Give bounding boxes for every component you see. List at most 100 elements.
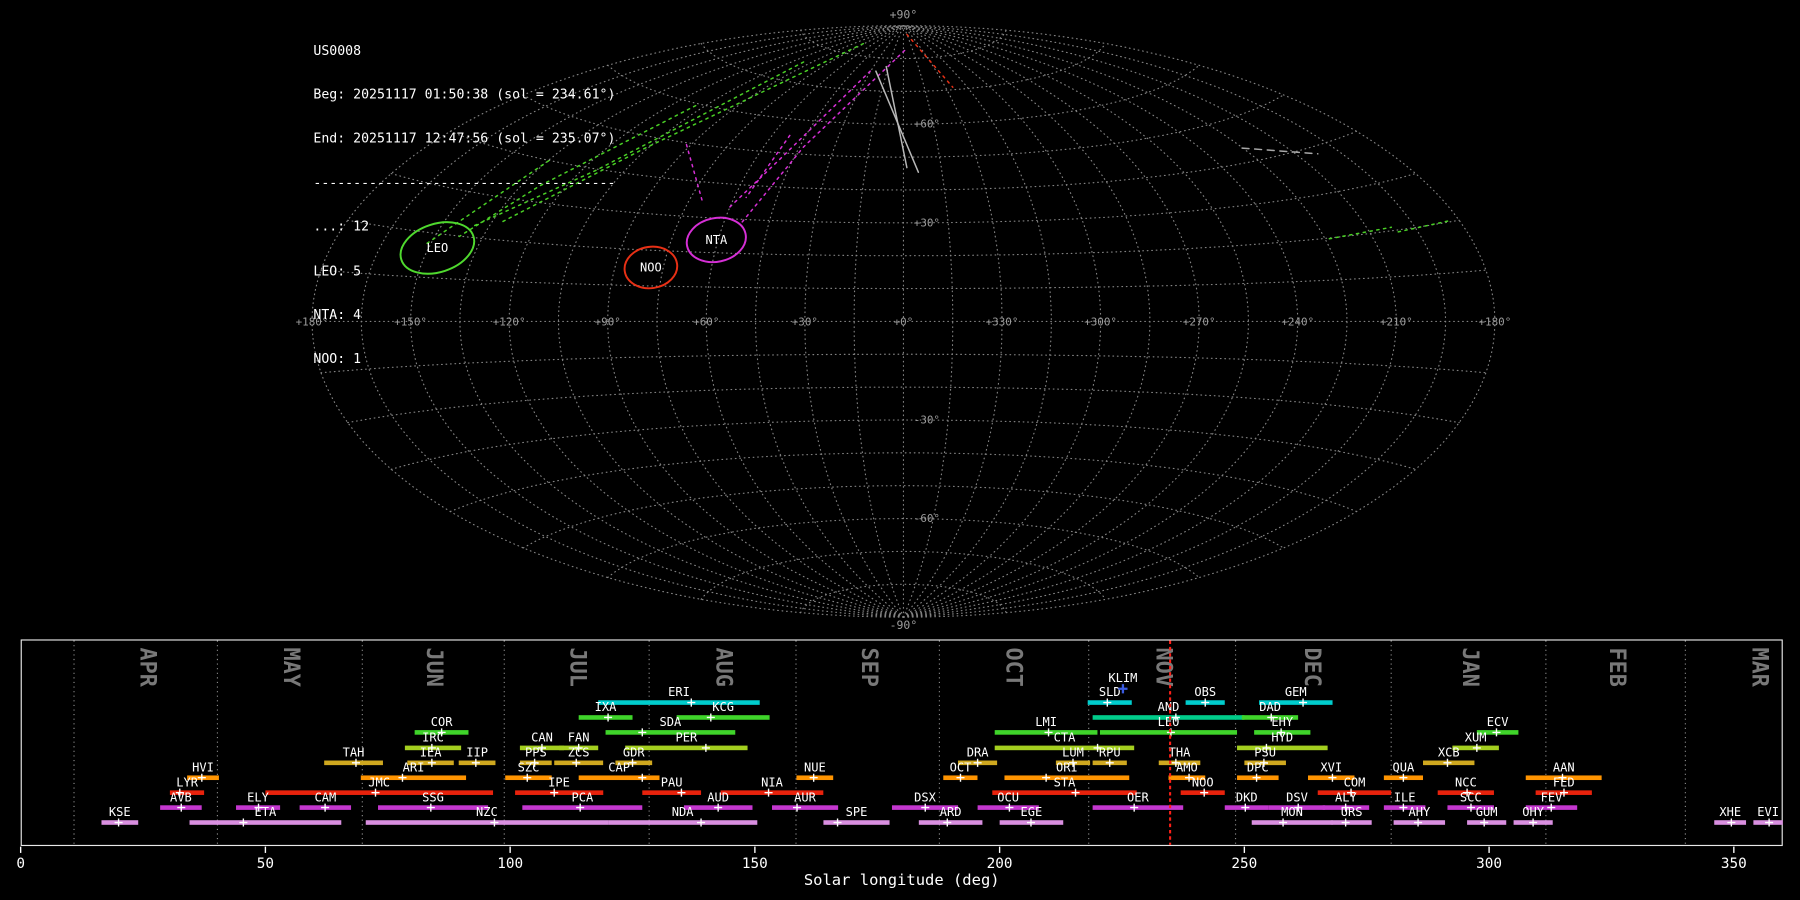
shower-label-TAH: TAH (343, 746, 365, 760)
shower-label-DPC: DPC (1247, 760, 1269, 774)
peak-marker-SSG (427, 804, 435, 812)
peak-marker-NZC (490, 818, 498, 826)
lat-label: -30° (914, 413, 940, 426)
peak-marker-NUE (810, 774, 818, 782)
shower-label-KCG: KCG (712, 700, 734, 714)
lon-label: +30° (792, 315, 818, 328)
peak-marker-TAH (352, 759, 360, 767)
shower-label-PCA: PCA (571, 790, 594, 804)
shower-label-DSV: DSV (1286, 790, 1308, 804)
peak-marker-ORI (1042, 774, 1050, 782)
count-nta: NTA: 4 (313, 308, 615, 323)
shower-label-SSG: SSG (422, 790, 444, 804)
peak-marker-ARI (398, 774, 406, 782)
shower-label-ILE: ILE (1394, 790, 1416, 804)
sky-grid-parallel (391, 420, 1415, 469)
shower-label-GDR: GDR (623, 746, 646, 760)
shower-label-OCU: OCU (997, 790, 1019, 804)
shower-label-SPE: SPE (846, 805, 868, 819)
peak-marker-HVI (198, 774, 206, 782)
peak-marker-AVB (177, 804, 185, 812)
x-tick-label: 200 (987, 856, 1013, 872)
meteor-track (886, 67, 907, 168)
peak-marker-EVI (1765, 818, 1773, 826)
month-label-FEB: FEB (1604, 647, 1629, 686)
meteor-track (1398, 220, 1451, 231)
meteor-track (686, 145, 702, 202)
peak-marker-LMI (1045, 728, 1053, 736)
peak-marker-DRA (974, 759, 982, 767)
meteor-radiant-report: +90°-90°+180°+150°+120°+90°+60°+30°+0°+3… (0, 0, 1800, 900)
shower-label-DSX: DSX (914, 790, 937, 804)
peak-marker-PER (702, 744, 710, 752)
peak-marker-SLD (1103, 699, 1111, 707)
shower-label-EGE: EGE (1021, 805, 1043, 819)
shower-bar-CAP (579, 775, 660, 780)
shower-label-IXA: IXA (595, 700, 618, 714)
shower-label-AHY: AHY (1408, 805, 1431, 819)
shower-label-XCB: XCB (1438, 746, 1460, 760)
shower-label-ERI: ERI (668, 685, 690, 699)
shower-label-HVI: HVI (192, 760, 214, 774)
peak-marker-XVI (1328, 774, 1336, 782)
peak-marker-KSE (115, 818, 123, 826)
shower-label-FAN: FAN (568, 731, 590, 745)
end-time: End: 20251117 12:47:56 (sol = 235.07°) (313, 131, 615, 146)
shower-label-ARD: ARD (940, 805, 962, 819)
observation-header: US0008 Beg: 20251117 01:50:38 (sol = 234… (313, 14, 615, 396)
shower-label-IEA: IEA (420, 746, 443, 760)
x-tick-label: 250 (1231, 856, 1257, 872)
shower-label-ZCS: ZCS (568, 746, 590, 760)
peak-marker-GEM (1299, 699, 1307, 707)
lon-label: +210° (1380, 315, 1413, 328)
shower-label-XVI: XVI (1320, 760, 1342, 774)
peak-marker-PCA (576, 804, 584, 812)
peak-marker-STA (1072, 789, 1080, 797)
peak-marker-ILE (1399, 804, 1407, 812)
shower-label-AUD: AUD (707, 790, 729, 804)
shower-label-PER: PER (675, 731, 698, 745)
shower-label-IRC: IRC (422, 731, 444, 745)
peak-marker-OCU (1005, 804, 1013, 812)
shower-label-THA: THA (1169, 746, 1192, 760)
meteor-track (907, 34, 953, 87)
shower-label-SZC: SZC (518, 760, 540, 774)
peak-marker-AUD (714, 804, 722, 812)
peak-marker-SDA (638, 728, 646, 736)
lon-label: +300° (1084, 315, 1117, 328)
shower-label-LUM: LUM (1062, 746, 1084, 760)
shower-label-HYD: HYD (1271, 731, 1293, 745)
x-tick-label: 0 (16, 856, 25, 872)
shower-label-NUE: NUE (804, 760, 826, 774)
shower-label-OCT: OCT (950, 760, 972, 774)
shower-label-LEO: LEO (1158, 715, 1180, 729)
peak-marker-PAU (677, 789, 685, 797)
peak-marker-ERI (687, 699, 695, 707)
shower-label-XUM: XUM (1465, 731, 1487, 745)
shower-label-AUR: AUR (794, 790, 817, 804)
separator: -------------------------------------- (313, 175, 615, 190)
pole-label-south: -90° (890, 618, 918, 632)
x-tick-label: 100 (497, 856, 523, 872)
month-label-AUG: AUG (710, 647, 735, 686)
shower-label-JMC: JMC (368, 775, 390, 789)
shower-label-OER: OER (1127, 790, 1150, 804)
shower-label-AAN: AAN (1553, 760, 1575, 774)
activity-timeline-svg: APRMAYJUNJULAUGSEPOCTNOVDECJANFEBMARERIS… (0, 634, 1800, 900)
month-label-MAY: MAY (278, 647, 303, 687)
radiant-label-NOO: NOO (640, 260, 662, 274)
x-tick-label: 350 (1721, 856, 1747, 872)
x-tick-label: 150 (742, 856, 768, 872)
shower-label-COR: COR (431, 715, 454, 729)
shower-label-DKD: DKD (1236, 790, 1258, 804)
peak-marker-DPC (1253, 774, 1261, 782)
shower-label-CAP: CAP (608, 760, 630, 774)
lon-label: +0° (894, 315, 914, 328)
shower-label-COM: COM (1344, 775, 1366, 789)
shower-label-URS: URS (1341, 805, 1363, 819)
peak-marker-RPU (1106, 759, 1114, 767)
month-label-MAR: MAR (1747, 647, 1772, 687)
peak-marker-XCB (1443, 759, 1451, 767)
shower-label-OHY: OHY (1522, 805, 1545, 819)
shower-label-NCC: NCC (1455, 775, 1477, 789)
